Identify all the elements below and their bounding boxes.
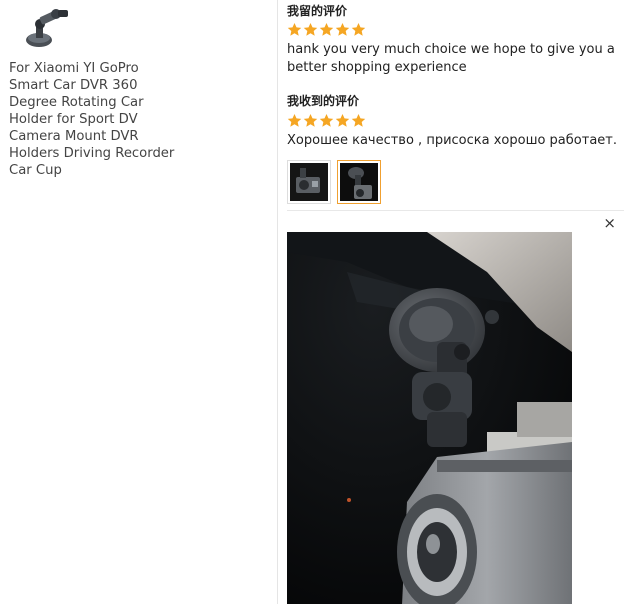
received-review-text: Хорошее качество , присоска хорошо работ… [287,133,617,148]
star-icon [351,22,366,36]
product-title-line: Holders Driving Recorder [9,146,175,161]
photo-viewer: × [287,210,624,604]
star-icon [319,113,334,127]
product-title-line: Holder for Sport DV [9,112,138,127]
suction-cup-mount-icon[interactable] [22,4,72,56]
star-icon [351,113,366,127]
star-icon [287,22,302,36]
product-panel: For Xiaomi YI GoPro Smart Car DVR 360 De… [0,0,276,604]
reviews-panel: 我留的评价 hank you very much choice we hope … [278,0,624,604]
received-review-heading: 我收到的评价 [287,94,360,108]
product-title-line: Degree Rotating Car [9,95,144,110]
review-photo-thumbnail[interactable] [287,160,331,204]
review-photo-large[interactable] [287,232,572,604]
star-icon [319,22,334,36]
product-title-line: Camera Mount DVR [9,129,139,144]
my-review-rating [287,22,366,37]
star-icon [335,22,350,36]
product-title-line: Car Cup [9,163,62,178]
product-title-line: Smart Car DVR 360 [9,78,138,93]
star-icon [303,113,318,127]
review-photo-thumbnails [287,160,381,204]
star-icon [335,113,350,127]
star-icon [303,22,318,36]
product-title[interactable]: For Xiaomi YI GoPro Smart Car DVR 360 De… [9,60,179,179]
dashcam-photo-thumbnail [290,163,328,201]
my-review-heading: 我留的评价 [287,4,348,18]
my-review-text: hank you very much choice we hope to giv… [287,42,615,75]
close-icon[interactable]: × [603,215,616,231]
mount-photo-thumbnail [340,163,378,201]
product-title-line: For Xiaomi YI GoPro [9,61,139,76]
received-review-rating [287,113,366,128]
star-icon [287,113,302,127]
review-photo-thumbnail-active[interactable] [337,160,381,204]
